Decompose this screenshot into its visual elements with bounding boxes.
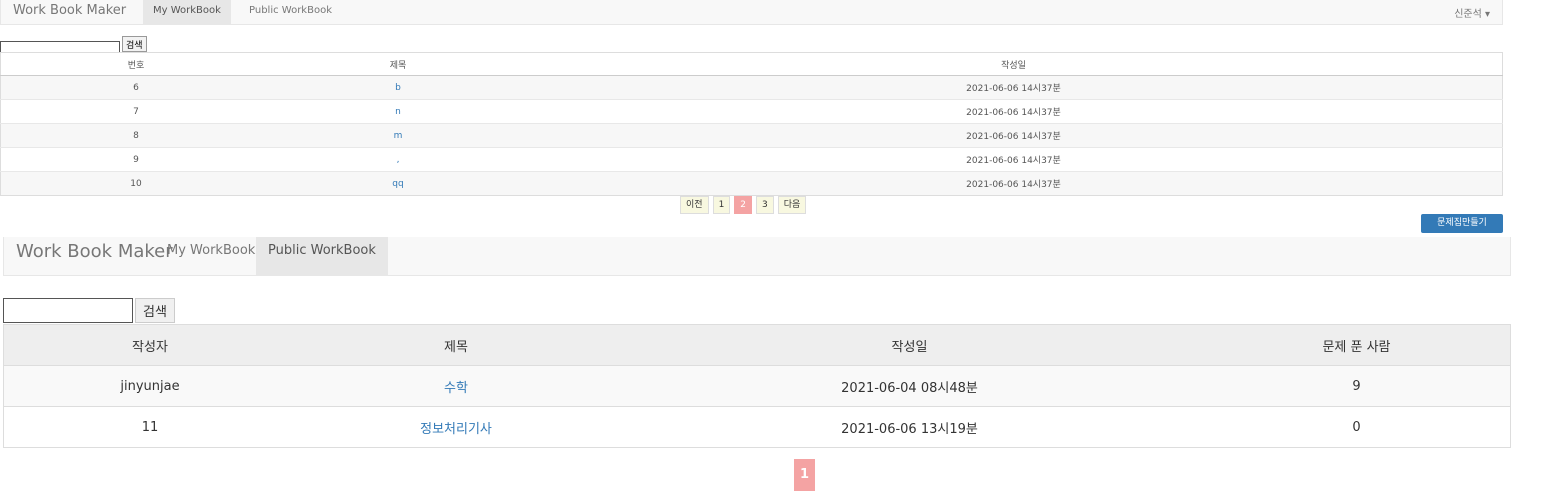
tab-public-workbook[interactable]: Public WorkBook (239, 0, 342, 24)
user-menu[interactable]: 신준석 ▾ (1454, 5, 1490, 20)
row-date: 2021-06-04 08시48분 (616, 365, 1203, 407)
page-3-button[interactable]: 3 (756, 196, 774, 214)
navbar: Work Book Maker My WorkBook Public WorkB… (0, 0, 1503, 25)
col-solvers: 문제 푼 사람 (1203, 324, 1511, 366)
table-row: 11 정보처리기사 2021-06-06 13시19분 0 (3, 406, 1511, 448)
title-link[interactable]: 수학 (444, 381, 468, 396)
row-title: n (271, 99, 525, 124)
row-number: 10 (0, 171, 271, 196)
table-header: 번호 제목 작성일 (0, 52, 1503, 76)
table-header: 작성자 제목 작성일 문제 푼 사람 (3, 324, 1511, 366)
prev-page-button[interactable]: 이전 (680, 196, 709, 214)
table-row: 9 , 2021-06-06 14시37분 (0, 147, 1503, 172)
navbar: Work Book Maker My WorkBook Public WorkB… (3, 237, 1511, 276)
page-1-button[interactable]: 1 (794, 459, 815, 491)
col-title: 제목 (271, 52, 525, 76)
table-row: 6 b 2021-06-06 14시37분 (0, 75, 1503, 100)
title-link[interactable]: 정보처리기사 (420, 422, 492, 437)
create-workbook-button[interactable]: 문제집만들기 (1421, 214, 1503, 233)
workbook-table: 번호 제목 작성일 6 b 2021-06-06 14시37분 7 n 2021… (0, 52, 1503, 196)
title-link[interactable]: n (395, 107, 401, 117)
pagination: 1 (794, 459, 815, 491)
title-link[interactable]: m (394, 131, 403, 141)
row-title: , (271, 147, 525, 172)
row-date: 2021-06-06 14시37분 (525, 75, 1503, 100)
search-button[interactable]: 검색 (122, 36, 147, 52)
search-bar: 검색 (3, 298, 175, 323)
row-date: 2021-06-06 14시37분 (525, 147, 1503, 172)
row-title: b (271, 75, 525, 100)
brand-logo[interactable]: Work Book Maker (16, 241, 173, 262)
title-link[interactable]: , (397, 155, 400, 165)
search-button[interactable]: 검색 (135, 298, 175, 323)
row-number: 6 (0, 75, 271, 100)
search-input[interactable] (3, 298, 133, 323)
title-link[interactable]: qq (392, 179, 403, 189)
brand-logo[interactable]: Work Book Maker (13, 3, 126, 18)
row-number: 8 (0, 123, 271, 148)
col-author: 작성자 (3, 324, 296, 366)
title-link[interactable]: b (395, 83, 401, 93)
public-workbook-panel: Work Book Maker My WorkBook Public WorkB… (3, 237, 1511, 491)
col-title: 제목 (296, 324, 616, 366)
col-date: 작성일 (616, 324, 1203, 366)
row-title: m (271, 123, 525, 148)
tab-public-workbook[interactable]: Public WorkBook (256, 237, 388, 275)
pagination: 이전 1 2 3 다음 (680, 196, 807, 214)
row-number: 9 (0, 147, 271, 172)
row-date: 2021-06-06 14시37분 (525, 99, 1503, 124)
row-date: 2021-06-06 14시37분 (525, 123, 1503, 148)
table-row: jinyunjae 수학 2021-06-04 08시48분 9 (3, 365, 1511, 407)
row-solvers: 0 (1203, 406, 1511, 448)
col-date: 작성일 (525, 52, 1503, 76)
table-row: 7 n 2021-06-06 14시37분 (0, 99, 1503, 124)
row-number: 7 (0, 99, 271, 124)
page-1-button[interactable]: 1 (712, 196, 731, 214)
row-author: 11 (3, 406, 296, 448)
col-number: 번호 (0, 52, 271, 76)
row-title: qq (271, 171, 525, 196)
row-date: 2021-06-06 13시19분 (616, 406, 1203, 448)
tab-my-workbook[interactable]: My WorkBook (143, 0, 231, 24)
next-page-button[interactable]: 다음 (777, 196, 807, 214)
table-row: 10 qq 2021-06-06 14시37분 (0, 171, 1503, 196)
tab-my-workbook[interactable]: My WorkBook (155, 237, 267, 275)
row-date: 2021-06-06 14시37분 (525, 171, 1503, 196)
row-solvers: 9 (1203, 365, 1511, 407)
row-title: 수학 (296, 365, 616, 407)
row-title: 정보처리기사 (296, 406, 616, 448)
row-author: jinyunjae (3, 365, 296, 407)
public-workbook-table: 작성자 제목 작성일 문제 푼 사람 jinyunjae 수학 2021-06-… (3, 324, 1511, 448)
table-row: 8 m 2021-06-06 14시37분 (0, 123, 1503, 148)
my-workbook-panel: Work Book Maker My WorkBook Public WorkB… (0, 0, 1503, 233)
page-2-button[interactable]: 2 (734, 196, 753, 214)
